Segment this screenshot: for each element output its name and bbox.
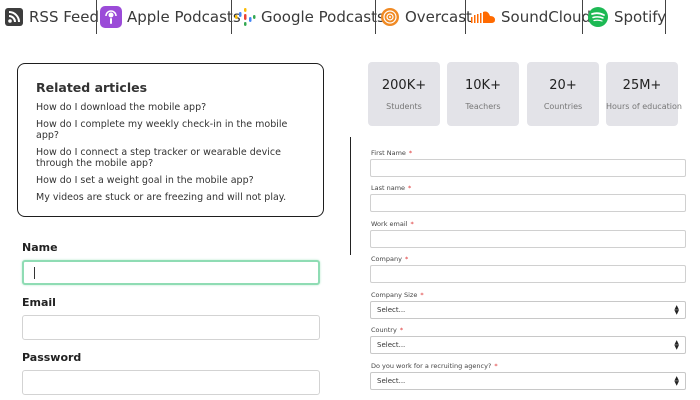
- last-name-input[interactable]: [370, 194, 686, 212]
- article-link[interactable]: How do I complete my weekly check-in in …: [36, 119, 311, 141]
- divider: [665, 0, 666, 34]
- email-input[interactable]: [22, 315, 320, 340]
- stat-label: Teachers: [465, 102, 501, 111]
- stat-number: 20+: [549, 78, 577, 93]
- article-link[interactable]: How do I download the mobile app?: [36, 102, 311, 113]
- rss-feed-label: RSS Feed: [29, 8, 100, 26]
- google-podcasts-link[interactable]: Google Podcasts: [234, 4, 385, 30]
- password-label: Password: [22, 351, 82, 364]
- apple-podcasts-link[interactable]: Apple Podcasts: [100, 4, 241, 30]
- select-arrows-icon: ▲ ▼: [674, 304, 679, 316]
- company-input[interactable]: [370, 265, 686, 283]
- podcast-links-bar: RSS Feed Apple Podcasts Google Podcasts …: [0, 0, 700, 34]
- name-input[interactable]: [22, 260, 320, 285]
- company-size-label: Company Size *: [371, 291, 424, 299]
- related-articles-card: Related articles How do I download the m…: [17, 63, 324, 217]
- stat-hours: 25M+ Hours of education: [606, 62, 682, 126]
- apple-podcasts-label: Apple Podcasts: [127, 8, 241, 26]
- divider: [350, 137, 351, 255]
- divider: [231, 0, 232, 34]
- spotify-label: Spotify: [614, 8, 667, 26]
- stat-number: 10K+: [465, 78, 501, 93]
- stat-label: Students: [386, 102, 422, 111]
- divider: [465, 0, 466, 34]
- stat-countries: 20+ Countries: [527, 62, 599, 126]
- last-name-label: Last name *: [371, 184, 412, 192]
- article-link[interactable]: How do I set a weight goal in the mobile…: [36, 175, 311, 186]
- overcast-link[interactable]: Overcast: [380, 4, 472, 30]
- first-name-label: First Name *: [371, 149, 413, 157]
- divider: [582, 0, 583, 34]
- name-label: Name: [22, 241, 58, 254]
- stat-teachers: 10K+ Teachers: [447, 62, 519, 126]
- recruiting-agency-select[interactable]: Select... ▲ ▼: [370, 372, 686, 390]
- company-label: Company *: [371, 255, 409, 263]
- article-link[interactable]: How do I connect a step tracker or weara…: [36, 147, 311, 169]
- work-email-input[interactable]: [370, 230, 686, 248]
- stat-number: 25M+: [622, 78, 662, 93]
- soundcloud-icon: [470, 9, 496, 25]
- first-name-input[interactable]: [370, 159, 686, 177]
- text-cursor: [34, 267, 35, 279]
- stat-label: Countries: [543, 102, 583, 111]
- divider: [96, 0, 97, 34]
- country-label: Country *: [371, 326, 404, 334]
- password-input[interactable]: [22, 370, 320, 395]
- email-label: Email: [22, 296, 56, 309]
- divider: [375, 0, 376, 34]
- stat-number: 200K+: [381, 78, 427, 93]
- soundcloud-label: SoundCloud: [501, 8, 592, 26]
- overcast-icon: [380, 7, 400, 27]
- overcast-label: Overcast: [405, 8, 472, 26]
- select-arrows-icon: ▲ ▼: [674, 339, 679, 351]
- spotify-link[interactable]: Spotify: [587, 4, 666, 30]
- soundcloud-link[interactable]: SoundCloud: [470, 4, 591, 30]
- rss-icon: [4, 7, 24, 27]
- apple-podcasts-icon: [100, 6, 122, 28]
- stat-label: Hours of education: [606, 102, 682, 111]
- google-podcasts-label: Google Podcasts: [261, 8, 385, 26]
- company-size-select[interactable]: Select... ▲ ▼: [370, 301, 686, 319]
- work-email-label: Work email *: [371, 220, 414, 228]
- google-podcasts-icon: [234, 6, 256, 28]
- article-link[interactable]: My videos are stuck or are freezing and …: [36, 192, 311, 203]
- select-arrows-icon: ▲ ▼: [674, 375, 679, 387]
- recruiting-agency-label: Do you work for a recruiting agency? *: [371, 362, 498, 370]
- rss-feed-link[interactable]: RSS Feed: [4, 4, 99, 30]
- related-articles-title: Related articles: [36, 80, 148, 95]
- spotify-icon: [587, 6, 609, 28]
- country-select[interactable]: Select... ▲ ▼: [370, 336, 686, 354]
- stat-students: 200K+ Students: [368, 62, 440, 126]
